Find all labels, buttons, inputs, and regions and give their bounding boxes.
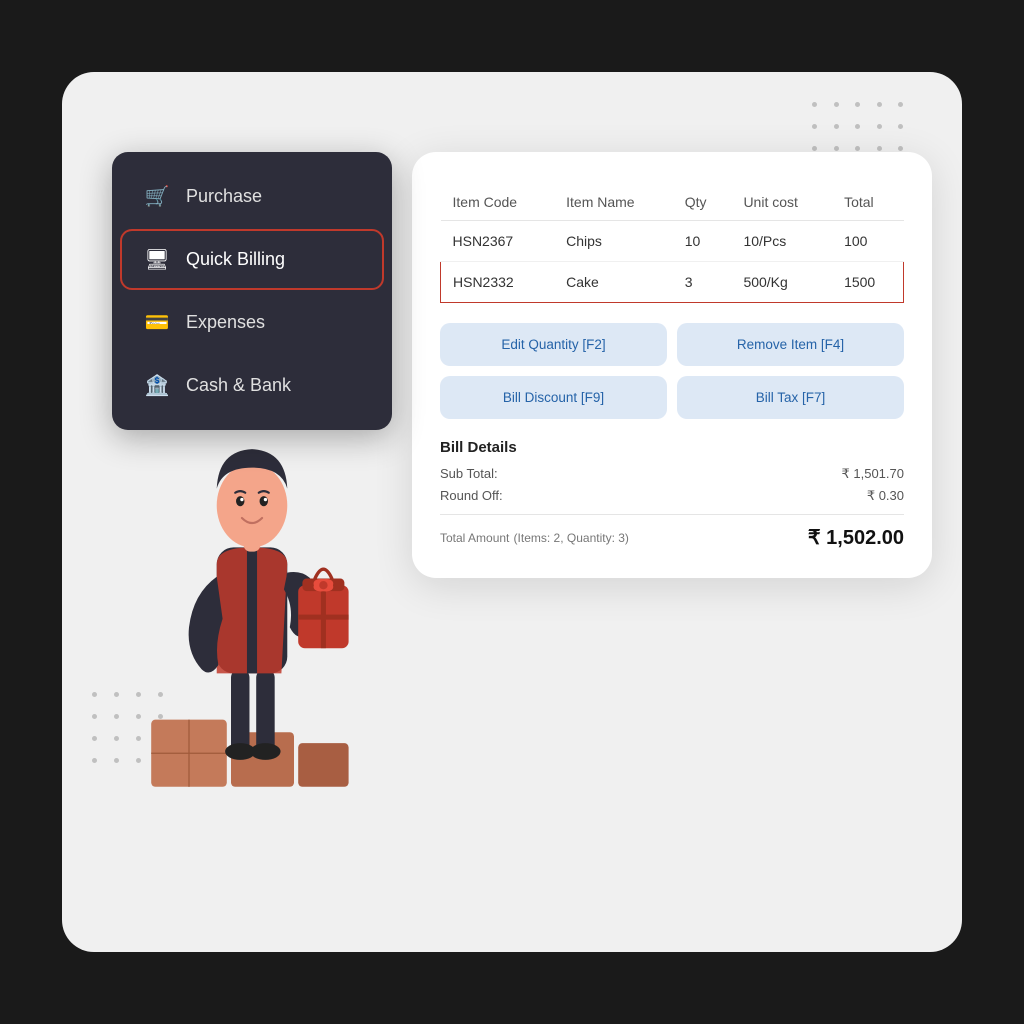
sidebar-item-quick-billing-label: Quick Billing (186, 249, 285, 270)
col-header-total: Total (832, 184, 903, 221)
action-buttons: Edit Quantity [F2] Remove Item [F4] Bill… (440, 323, 904, 419)
cell-qty: 10 (673, 221, 732, 262)
cell-total: 100 (832, 221, 903, 262)
sidebar-menu: 🛒 Purchase 🖥 Quick Billing 💳 Expenses 🏦 … (112, 152, 392, 430)
total-meta: (Items: 2, Quantity: 3) (514, 531, 629, 545)
col-header-qty: Qty (673, 184, 732, 221)
sidebar-item-purchase-label: Purchase (186, 186, 262, 207)
table-row[interactable]: HSN2367 Chips 10 10/Pcs 100 (441, 221, 904, 262)
character-illustration (122, 392, 442, 872)
sub-total-row: Sub Total: ₹ 1,501.70 (440, 466, 904, 482)
cell-item-name: Chips (554, 221, 673, 262)
col-header-item-name: Item Name (554, 184, 673, 221)
total-amount: ₹ 1,502.00 (808, 525, 904, 550)
round-off-value: ₹ 0.30 (867, 488, 904, 504)
sub-total-label: Sub Total: (440, 466, 498, 482)
billing-table: Item Code Item Name Qty Unit cost Total … (440, 184, 904, 303)
sidebar-item-expenses-label: Expenses (186, 312, 265, 333)
table-row-selected[interactable]: HSN2332 Cake 3 500/Kg 1500 (441, 262, 904, 303)
bill-tax-button[interactable]: Bill Tax [F7] (677, 376, 904, 419)
cell-qty-2: 3 (673, 262, 732, 303)
total-row: Total Amount (Items: 2, Quantity: 3) ₹ 1… (440, 514, 904, 550)
total-label: Total Amount (Items: 2, Quantity: 3) (440, 529, 629, 546)
expenses-icon: 💳 (144, 310, 170, 335)
bank-icon: 🏦 (144, 373, 170, 398)
sidebar-item-expenses[interactable]: 💳 Expenses (120, 292, 384, 353)
sub-total-value: ₹ 1,501.70 (842, 466, 905, 482)
cell-item-code: HSN2367 (441, 221, 555, 262)
sidebar-item-cash-bank[interactable]: 🏦 Cash & Bank (120, 355, 384, 416)
cell-item-code-2: HSN2332 (441, 262, 555, 303)
col-header-item-code: Item Code (441, 184, 555, 221)
bill-details-title: Bill Details (440, 439, 904, 456)
cell-unit-cost-2: 500/Kg (731, 262, 832, 303)
cell-unit-cost: 10/Pcs (731, 221, 832, 262)
sidebar-item-cash-bank-label: Cash & Bank (186, 375, 291, 396)
sidebar-item-purchase[interactable]: 🛒 Purchase (120, 166, 384, 227)
bill-details-section: Bill Details Sub Total: ₹ 1,501.70 Round… (440, 439, 904, 550)
cell-item-name-2: Cake (554, 262, 673, 303)
cart-icon: 🛒 (144, 184, 170, 209)
edit-quantity-button[interactable]: Edit Quantity [F2] (440, 323, 667, 366)
outer-card: 🛒 Purchase 🖥 Quick Billing 💳 Expenses 🏦 … (62, 72, 962, 952)
billing-card: Item Code Item Name Qty Unit cost Total … (412, 152, 932, 578)
sidebar-item-quick-billing[interactable]: 🖥 Quick Billing (120, 229, 384, 290)
col-header-unit-cost: Unit cost (731, 184, 832, 221)
billing-icon: 🖥 (144, 247, 170, 272)
remove-item-button[interactable]: Remove Item [F4] (677, 323, 904, 366)
round-off-row: Round Off: ₹ 0.30 (440, 488, 904, 504)
bill-discount-button[interactable]: Bill Discount [F9] (440, 376, 667, 419)
cell-total-2: 1500 (832, 262, 903, 303)
round-off-label: Round Off: (440, 488, 503, 504)
